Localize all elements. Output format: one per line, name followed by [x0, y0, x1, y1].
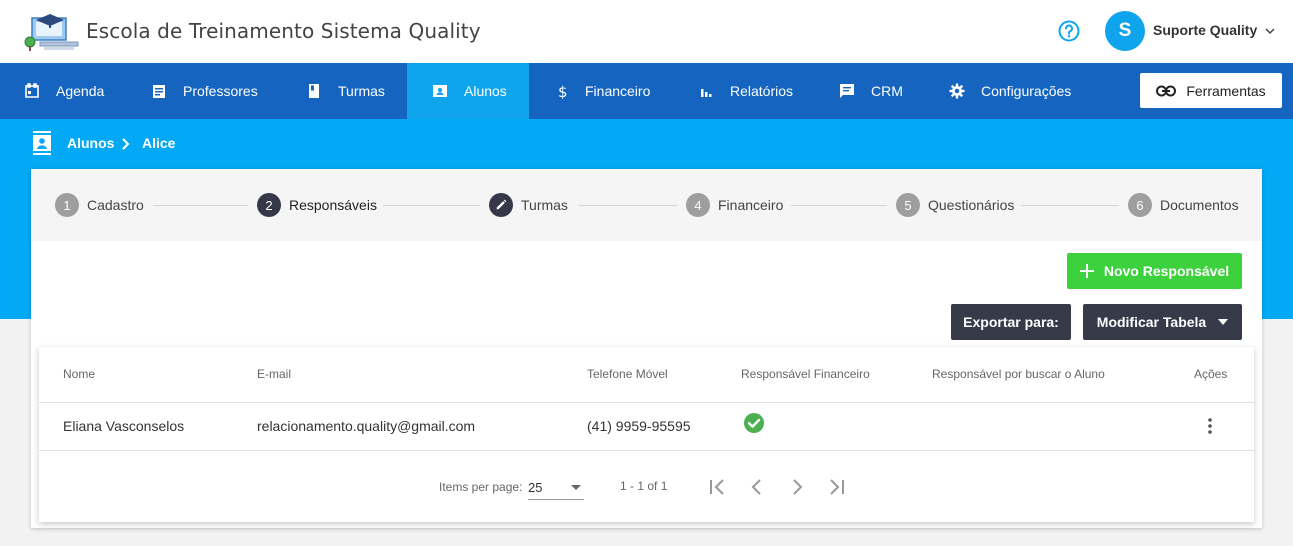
check-circle-icon — [744, 413, 764, 433]
nav-item-turmas[interactable]: Turmas — [306, 63, 385, 119]
caret-down-icon — [1218, 319, 1229, 325]
more-vert-icon[interactable] — [1201, 416, 1219, 436]
clipboard-icon — [153, 85, 165, 98]
page-size-select[interactable]: 25 — [528, 474, 584, 500]
column-header-financeiro[interactable]: Responsável Financeiro — [741, 367, 870, 381]
cell-telefone: (41) 9959-95595 — [587, 418, 691, 434]
nav-item-configuracoes[interactable]: Configurações — [949, 63, 1071, 119]
nav-label: Professores — [183, 83, 258, 99]
column-header-acoes: Ações — [1194, 367, 1228, 381]
nav-label: Agenda — [56, 83, 105, 99]
nav-label: Relatórios — [730, 83, 794, 99]
column-header-buscar[interactable]: Responsável por buscar o Aluno — [932, 367, 1105, 381]
gear-icon — [949, 83, 965, 99]
step-2-label[interactable]: Responsáveis — [289, 197, 377, 213]
contact-card-icon — [433, 85, 447, 97]
items-per-page-label: Items per page: — [439, 480, 523, 494]
bar-chart-icon — [701, 89, 712, 97]
nav-item-relatorios[interactable]: Relatórios — [698, 63, 793, 119]
previous-page-icon[interactable] — [745, 475, 769, 499]
last-page-icon[interactable] — [825, 475, 849, 499]
column-header-email[interactable]: E-mail — [257, 367, 291, 381]
book-icon — [309, 84, 319, 98]
step-connector — [791, 205, 887, 206]
step-3-label[interactable]: Turmas — [521, 197, 568, 213]
nav-item-agenda[interactable]: Agenda — [24, 63, 104, 119]
chevron-down-icon[interactable] — [1264, 26, 1276, 36]
tools-button[interactable]: Ferramentas — [1140, 73, 1282, 108]
nav-label: Alunos — [464, 83, 507, 99]
step-4-label[interactable]: Financeiro — [718, 197, 783, 213]
breadcrumb-current: Alice — [142, 135, 176, 151]
step-1-circle[interactable]: 1 — [55, 193, 79, 217]
step-6-label[interactable]: Documentos — [1160, 197, 1239, 213]
nav-label: Financeiro — [585, 83, 651, 99]
page-range: 1 - 1 of 1 — [620, 479, 668, 493]
user-avatar[interactable]: S — [1105, 11, 1145, 51]
nav-item-financeiro[interactable]: $ Financeiro — [555, 63, 650, 119]
nav-label: Turmas — [338, 83, 385, 99]
nav-item-professores[interactable]: Professores — [151, 63, 258, 119]
help-icon[interactable] — [1058, 20, 1080, 42]
step-2-circle[interactable]: 2 — [257, 193, 281, 217]
step-connector — [579, 205, 677, 206]
stepper: 1 Cadastro 2 Responsáveis Turmas 4 Finan… — [31, 169, 1262, 241]
step-4-circle[interactable]: 4 — [686, 193, 710, 217]
breadcrumb-alunos[interactable]: Alunos — [67, 135, 114, 151]
first-page-icon[interactable] — [705, 475, 729, 499]
nav-item-crm[interactable]: CRM — [839, 63, 903, 119]
step-3-circle[interactable] — [489, 193, 513, 217]
column-header-nome[interactable]: Nome — [63, 367, 95, 381]
column-header-telefone[interactable]: Telefone Móvel — [587, 367, 668, 381]
page-size-value: 25 — [528, 480, 543, 495]
step-connector — [153, 205, 248, 206]
tools-label: Ferramentas — [1186, 82, 1266, 99]
step-5-label[interactable]: Questionários — [928, 197, 1014, 213]
caret-down-icon — [571, 485, 581, 490]
step-connector — [383, 205, 480, 206]
step-connector — [1021, 205, 1119, 206]
nav-label: CRM — [871, 83, 903, 99]
export-button[interactable]: Exportar para: — [951, 304, 1071, 340]
school-logo-icon — [24, 14, 79, 51]
export-label: Exportar para: — [963, 314, 1059, 330]
plus-icon — [1079, 264, 1094, 278]
nav-item-alunos[interactable]: Alunos — [407, 63, 529, 119]
modify-table-button[interactable]: Modificar Tabela — [1083, 304, 1242, 340]
cell-nome: Eliana Vasconselos — [63, 418, 185, 434]
responsibles-table: Nome E-mail Telefone Móvel Responsável F… — [39, 347, 1254, 522]
chevron-right-icon — [122, 138, 130, 150]
next-page-icon[interactable] — [785, 475, 809, 499]
chat-icon — [840, 84, 854, 98]
header-divider — [39, 402, 1254, 403]
svg-text:$: $ — [558, 83, 568, 99]
cell-email: relacionamento.quality@gmail.com — [257, 418, 476, 434]
app-title: Escola de Treinamento Sistema Quality — [86, 19, 481, 43]
new-responsible-button[interactable]: Novo Responsável — [1067, 253, 1242, 289]
calendar-icon — [25, 83, 39, 98]
step-1-label[interactable]: Cadastro — [87, 197, 144, 213]
step-6-circle[interactable]: 6 — [1128, 193, 1152, 217]
pencil-icon — [496, 199, 507, 210]
link-icon — [1156, 85, 1177, 96]
modify-table-label: Modificar Tabela — [1096, 314, 1207, 330]
user-name[interactable]: Suporte Quality — [1153, 22, 1257, 38]
step-5-circle[interactable]: 5 — [896, 193, 920, 217]
contact-card-icon — [33, 131, 51, 155]
top-header: Escola de Treinamento Sistema Quality S … — [0, 0, 1293, 63]
main-nav: Agenda Professores Turmas Alunos $ Finan… — [0, 63, 1293, 119]
nav-label: Configurações — [981, 83, 1072, 99]
dollar-icon: $ — [558, 83, 568, 99]
row-divider — [39, 450, 1254, 451]
new-responsible-label: Novo Responsável — [1103, 263, 1230, 279]
